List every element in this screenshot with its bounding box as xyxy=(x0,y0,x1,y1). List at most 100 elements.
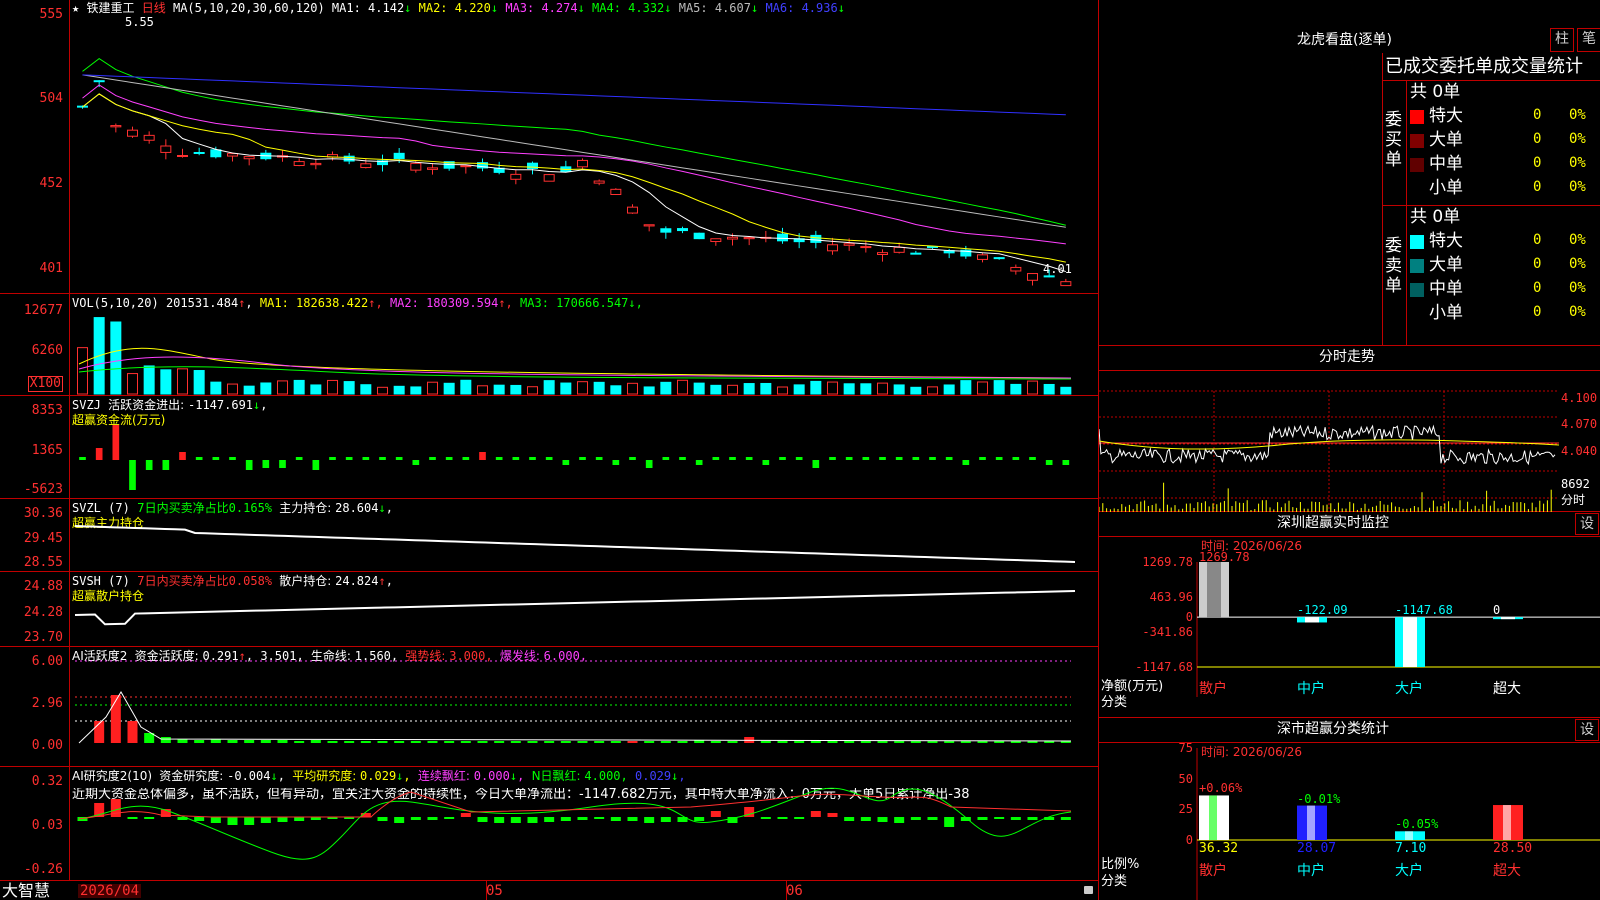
svzj-pane[interactable]: 8353 1365 -5623 SVZJ 活跃资金进出: -1147.691↓,… xyxy=(0,396,1099,499)
svzj-bar xyxy=(195,457,203,460)
volume-bar xyxy=(643,386,655,395)
monitor-bar-chart[interactable] xyxy=(1099,512,1600,718)
volume-bar xyxy=(927,386,938,395)
volume-bar xyxy=(160,369,172,395)
ma5-line xyxy=(82,74,1066,228)
research-bar xyxy=(527,817,538,823)
activity-bar xyxy=(877,741,888,743)
research-bar xyxy=(610,817,621,821)
activity-bar xyxy=(727,741,738,743)
svzl-pane[interactable]: 30.36 29.45 28.55 SVZL (7) 7日内买卖净占比0.165… xyxy=(0,499,1099,572)
y-tick: -5623 xyxy=(23,482,63,497)
research-bar xyxy=(894,817,905,823)
intraday-title: 分时走势 xyxy=(1319,349,1375,365)
volume-bar xyxy=(993,380,1005,395)
volume-pane[interactable]: 12677 6260 X100 VOL(5,10,20) 201531.484↑… xyxy=(0,294,1099,396)
ma2-line xyxy=(82,93,1066,263)
y-tick: 504 xyxy=(39,91,63,106)
lhb-panel: 龙虎看盘(逐单) 柱 笔 已成交委托单成交量统计 委买单 委卖单 共 0单 共 … xyxy=(1099,0,1600,346)
monitor-panel[interactable]: 深圳超赢实时监控 设 时间: 2026/06/26 净额(万元) 分类 1269… xyxy=(1099,512,1600,718)
research-bar xyxy=(760,817,771,819)
classify-bar-chart[interactable] xyxy=(1099,718,1600,900)
research-bar xyxy=(194,817,205,821)
column-view-button[interactable]: 柱 xyxy=(1550,28,1574,52)
candle xyxy=(893,246,905,253)
svzj-bar xyxy=(479,452,486,460)
intraday-panel[interactable]: 分时走势 4.100 4.070 4.040 8692 分时 xyxy=(1099,346,1600,512)
activity-bar xyxy=(510,741,521,743)
svzj-bar xyxy=(245,460,253,470)
monitor-bar-value: -122.09 xyxy=(1297,603,1348,618)
svzj-bar xyxy=(695,460,703,465)
vol-ma1-line xyxy=(78,347,1072,379)
candlestick-chart[interactable] xyxy=(71,0,1099,294)
lock-icon[interactable] xyxy=(1084,886,1093,894)
svzj-bars[interactable] xyxy=(71,396,1099,499)
volume-bar xyxy=(510,384,522,395)
ai-activity-chart[interactable] xyxy=(71,647,1099,767)
order-color-swatch xyxy=(1410,158,1424,172)
classify-category: 大户 xyxy=(1395,863,1423,879)
volume-bar xyxy=(343,381,355,395)
intraday-chart[interactable] xyxy=(1099,371,1559,512)
svzj-bar xyxy=(229,457,236,460)
candle xyxy=(627,206,638,214)
volume-bars[interactable] xyxy=(71,294,1099,396)
volume-bar xyxy=(1060,386,1072,395)
order-count: 0 xyxy=(1533,280,1542,296)
candle xyxy=(227,153,238,157)
svzj-bar xyxy=(262,460,270,468)
ai-research-pane[interactable]: 0.32 0.03 -0.26 AI研究度2(10) 资金研究度: -0.004… xyxy=(0,767,1099,880)
activity-line xyxy=(78,691,1072,744)
activity-bar xyxy=(577,741,588,743)
svsh-line[interactable] xyxy=(71,572,1099,647)
order-color-swatch xyxy=(1410,134,1424,148)
order-percent: 0% xyxy=(1569,232,1586,248)
candle xyxy=(177,155,188,158)
candle xyxy=(160,145,172,153)
research-bar xyxy=(810,811,821,817)
volume-bar xyxy=(910,386,922,395)
volume-bar xyxy=(827,381,838,395)
activity-bar xyxy=(827,741,838,743)
activity-bar xyxy=(544,741,555,743)
candle xyxy=(977,254,988,260)
research-bar xyxy=(710,811,721,817)
svzl-line[interactable] xyxy=(71,499,1099,572)
order-stats-header: 已成交委托单成交量统计 xyxy=(1385,56,1583,77)
candle xyxy=(643,224,655,227)
buy-total: 共 0单 xyxy=(1410,82,1461,102)
candle xyxy=(310,162,322,166)
ai-research-chart[interactable] xyxy=(71,767,1099,880)
ai-activity-pane[interactable]: 6.00 2.96 0.00 AI活跃度2 资金活跃度: 0.291↑, 3.5… xyxy=(0,647,1099,767)
svzj-bar xyxy=(429,457,436,460)
svzj-bar xyxy=(495,457,503,460)
svzj-bar xyxy=(129,460,136,490)
svzj-bar xyxy=(962,460,970,465)
order-count: 0 xyxy=(1533,155,1542,171)
research-bar xyxy=(477,817,488,822)
candle xyxy=(677,228,688,232)
research-bar xyxy=(294,817,305,821)
research-bar xyxy=(494,817,505,823)
order-type-label: 特大 xyxy=(1429,106,1463,126)
svsh-pane[interactable]: 24.88 24.28 23.70 SVSH (7) 7日内买卖净占比0.058… xyxy=(0,572,1099,647)
classify-panel[interactable]: 深市超赢分类统计 设 时间: 2026/06/26 比例% 分类 75 50 25 0… xyxy=(1099,718,1600,900)
order-percent: 0% xyxy=(1569,155,1586,171)
classify-change: -0.05% xyxy=(1395,817,1439,832)
candle xyxy=(543,174,555,182)
candle xyxy=(1027,273,1038,281)
classify-change: -0.01% xyxy=(1297,791,1341,806)
tick-view-button[interactable]: 笔 xyxy=(1577,28,1600,52)
svzj-bar xyxy=(912,457,920,460)
activity-bar xyxy=(760,741,771,743)
order-color-swatch xyxy=(1410,283,1424,297)
kline-pane[interactable]: 555 504 452 401 ★ 铁建重工 日线 MA(5,10,20,30,… xyxy=(0,0,1099,294)
research-bar xyxy=(927,817,938,820)
activity-bar xyxy=(444,741,455,743)
volume-bar xyxy=(843,383,855,395)
volume-bar xyxy=(110,321,122,395)
intraday-vol-label: 8692 xyxy=(1561,477,1590,491)
activity-bar xyxy=(494,741,505,743)
candle xyxy=(727,236,738,240)
